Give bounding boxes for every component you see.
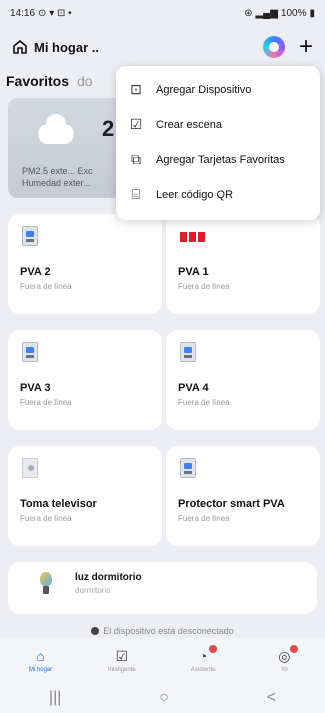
notice-text: El dispositivo está desconectado [103, 626, 234, 636]
tab-rooms[interactable]: do [77, 73, 93, 89]
device-name: PVA 1 [178, 266, 209, 278]
notification-badge [290, 645, 299, 653]
header: Mi hogar .. + [0, 32, 325, 62]
back-button[interactable]: < [267, 689, 276, 707]
signal-icon: ⊛ ▂▄▆ [244, 7, 278, 19]
device-name: PVA 3 [20, 382, 51, 394]
cloud-icon [38, 114, 74, 144]
device-card-protector-pva[interactable]: Protector smart PVA Fuera de línea [166, 446, 320, 546]
header-actions: + [262, 35, 313, 59]
weather-pm25: PM2.5 exte... Exc [22, 166, 93, 176]
add-card-icon: ⧉ [131, 151, 141, 167]
device-card-pva1[interactable]: PVA 1 Fuera de línea [166, 214, 320, 314]
tab-label: Yo [280, 667, 288, 673]
device-name: PVA 2 [20, 266, 51, 278]
battery-icon: ▮ [309, 7, 315, 19]
tab-inteligente[interactable]: ☑ Inteligente [92, 647, 152, 673]
device-card-pva4[interactable]: PVA 4 Fuera de línea [166, 330, 320, 430]
home-icon [13, 40, 27, 54]
device-status: Fuera de línea [20, 282, 72, 291]
device-status: Fuera de línea [178, 398, 230, 407]
weather-temperature: 2 [102, 116, 115, 141]
weather-humidity: Humedad exter... [22, 178, 91, 188]
room-tabs: Favoritos do [6, 70, 93, 92]
assistant-icon[interactable] [262, 36, 285, 58]
qr-scan-icon: ⌸ [131, 186, 141, 202]
tab-yo[interactable]: ◎ Yo [254, 645, 314, 673]
device-name: PVA 4 [178, 382, 209, 394]
assistant-tab-icon: ◔ [198, 648, 208, 664]
breaker-icon [22, 226, 38, 246]
breaker-icon [180, 458, 196, 478]
menu-item-create-scene[interactable]: ☑ Crear escena [116, 107, 320, 142]
info-icon [91, 627, 100, 635]
breaker-icon [180, 342, 196, 362]
system-navigation: ||| ○ < [0, 682, 325, 713]
status-right: ⊛ ▂▄▆ 100% ▮ [244, 8, 315, 19]
plus-icon[interactable]: + [299, 35, 313, 59]
status-left: 14:16 ⊙ ▾ ⊡ • [10, 8, 72, 19]
home-icon: ⌂ [36, 648, 45, 664]
status-time: 14:16 [10, 7, 36, 19]
device-name: luz dormitorio [75, 572, 142, 583]
device-card-luz-dormitorio[interactable]: luz dormitorio dormitorio [8, 562, 317, 614]
home-button[interactable]: ○ [159, 689, 169, 707]
menu-item-scan-qr[interactable]: ⌸ Leer código QR [116, 177, 320, 212]
device-card-pva3[interactable]: PVA 3 Fuera de línea [8, 330, 162, 430]
status-bar: 14:16 ⊙ ▾ ⊡ • ⊛ ▂▄▆ 100% ▮ [0, 0, 325, 26]
home-title: Mi hogar .. [34, 39, 99, 55]
bottom-tab-bar: ⌂ Mi hogar ☑ Inteligente ◔ Asistente ◎ Y… [0, 638, 325, 682]
tab-asistente[interactable]: ◔ Asistente [173, 645, 233, 673]
menu-item-add-device[interactable]: ⊡ Agregar Dispositivo [116, 72, 320, 107]
add-device-icon: ⊡ [130, 81, 142, 97]
device-status: Fuera de línea [20, 514, 72, 523]
menu-item-label: Agregar Dispositivo [156, 83, 252, 96]
bulb-icon [40, 572, 52, 586]
bulb-base [43, 586, 49, 594]
notification-badge [209, 645, 218, 653]
breaker-icon [22, 342, 38, 362]
device-card-pva2[interactable]: PVA 2 Fuera de línea [8, 214, 162, 314]
notification-icons: ⊙ ▾ ⊡ • [38, 7, 72, 19]
device-status: Fuera de línea [178, 282, 230, 291]
menu-item-label: Crear escena [156, 118, 223, 131]
battery-level: 100% [280, 7, 307, 19]
device-status: Fuera de línea [178, 514, 230, 523]
home-selector[interactable]: Mi hogar .. [12, 39, 99, 55]
menu-item-label: Agregar Tarjetas Favoritas [156, 153, 285, 166]
breaker-icon [180, 232, 206, 244]
device-room: dormitorio [75, 586, 111, 595]
recent-apps-button[interactable]: ||| [49, 689, 61, 707]
socket-icon [22, 458, 38, 478]
tab-favoritos[interactable]: Favoritos [6, 73, 69, 89]
device-name: Protector smart PVA [178, 498, 285, 510]
device-card-toma-televisor[interactable]: Toma televisor Fuera de línea [8, 446, 162, 546]
check-icon: ☑ [115, 648, 129, 664]
menu-item-add-favorite-cards[interactable]: ⧉ Agregar Tarjetas Favoritas [116, 142, 320, 177]
add-menu-dropdown: ⊡ Agregar Dispositivo ☑ Crear escena ⧉ A… [116, 66, 320, 220]
offline-notice: El dispositivo está desconectado [0, 626, 325, 636]
tab-mi-hogar[interactable]: ⌂ Mi hogar [11, 647, 71, 673]
tab-label: Mi hogar [28, 667, 53, 673]
menu-item-label: Leer código QR [156, 188, 234, 201]
device-name: Toma televisor [20, 498, 97, 510]
tab-label: Inteligente [108, 667, 136, 673]
tab-label: Asistente [190, 667, 216, 673]
profile-icon: ◎ [278, 648, 291, 664]
create-scene-icon: ☑ [129, 116, 143, 132]
device-status: Fuera de línea [20, 398, 72, 407]
